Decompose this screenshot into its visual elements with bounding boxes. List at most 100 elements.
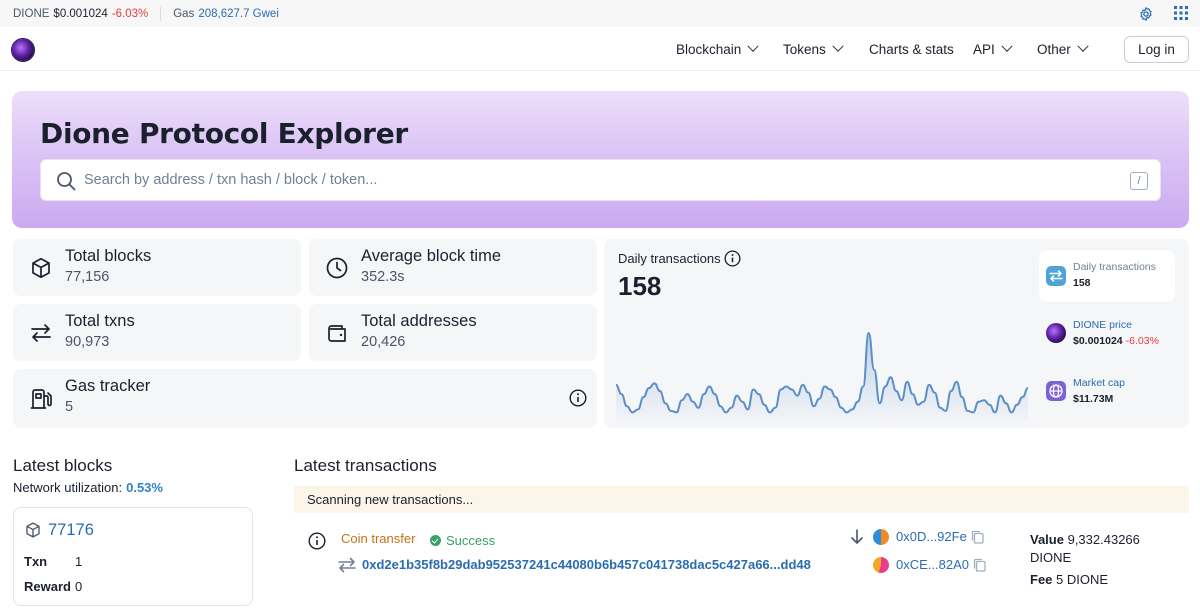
gear-icon[interactable] — [1138, 6, 1154, 22]
nav-blockchain[interactable]: Blockchain — [676, 27, 759, 71]
gas-value[interactable]: 208,627.7 Gwei — [198, 8, 279, 20]
tx-status-badge: Success — [430, 531, 495, 549]
wallet-icon — [328, 325, 346, 342]
to-address-avatar — [873, 557, 889, 573]
daily-transactions-chart[interactable] — [616, 329, 1028, 421]
cube-icon — [26, 522, 40, 538]
daily-transactions-widget: Daily transactions 158 Daily transaction… — [604, 239, 1189, 428]
stat-value: 5 — [65, 399, 74, 415]
fuel-pump-icon — [30, 389, 52, 409]
copy-icon[interactable] — [971, 530, 984, 544]
to-address-link[interactable]: 0xCE...82A0 — [896, 557, 969, 572]
side-item-market-cap[interactable]: Market cap $11.73M — [1039, 367, 1175, 417]
nav-label: Other — [1037, 41, 1071, 57]
stat-value: 352.3s — [361, 269, 405, 285]
stat-average-block-time: Average block time 352.3s — [309, 239, 597, 296]
info-icon[interactable] — [308, 532, 326, 550]
coin-symbol: DIONE — [13, 7, 50, 20]
page-title: Dione Protocol Explorer — [40, 117, 408, 150]
nav-api[interactable]: API — [973, 27, 1013, 71]
chevron-down-icon — [832, 40, 844, 52]
apps-grid-icon[interactable] — [1174, 6, 1188, 20]
transfer-arrows-icon — [31, 324, 51, 342]
nav-label: Tokens — [783, 41, 826, 57]
info-icon[interactable] — [569, 389, 587, 407]
from-address-avatar — [873, 529, 889, 545]
tx-value-unit: DIONE — [1030, 550, 1072, 565]
top-bar: DIONE $0.001024 -6.03% Gas 208,627.7 Gwe… — [0, 0, 1200, 27]
block-txn-label: Txn — [24, 554, 48, 569]
stat-value: 77,156 — [65, 269, 110, 285]
clock-icon — [326, 257, 348, 279]
info-icon[interactable] — [724, 250, 741, 267]
block-txn-value: 1 — [75, 554, 83, 569]
block-reward-label: Reward — [24, 579, 71, 594]
tx-value-amount: 9,332.43266 — [1067, 532, 1140, 547]
side-item-value: 158 — [1073, 277, 1091, 289]
utilization-label: Network utilization: — [13, 480, 123, 495]
check-circle-icon — [430, 534, 441, 546]
block-number-link[interactable]: 77176 — [48, 521, 94, 540]
side-item-label: Market cap — [1073, 377, 1125, 389]
side-item-label: Daily transactions — [1073, 261, 1156, 273]
chevron-down-icon — [747, 40, 759, 52]
side-item-dione-price[interactable]: DIONE price $0.001024 -6.03% — [1039, 309, 1175, 359]
nav-label: Blockchain — [676, 41, 742, 57]
transaction-row: Coin transfer Success 0xd2e1b35f8b29dab9… — [294, 513, 1189, 609]
divider — [160, 6, 162, 21]
stat-total-blocks: Total blocks 77,156 — [13, 239, 301, 296]
dione-logo-icon — [1046, 323, 1066, 343]
latest-transactions-title: Latest transactions — [294, 456, 437, 475]
nav-label: API — [973, 41, 995, 57]
block-card: 77176 Txn 1 Reward 0 — [13, 507, 253, 606]
cube-icon — [32, 257, 50, 279]
dione-price-value: $0.001024 — [1073, 335, 1123, 347]
tx-fee: Fee 5 DIONE — [1030, 572, 1108, 587]
coin-price-change: -6.03% — [111, 7, 149, 20]
side-item-value: $11.73M — [1073, 393, 1114, 405]
search-bar[interactable]: Search by address / txn hash / block / t… — [40, 159, 1161, 201]
tx-status-label: Success — [446, 532, 496, 548]
globe-icon — [1046, 381, 1066, 401]
stat-total-txns: Total txns 90,973 — [13, 304, 301, 361]
dione-logo[interactable] — [12, 39, 34, 61]
main-header: Blockchain Tokens Charts & stats API Oth… — [0, 27, 1200, 71]
block-reward-value: 0 — [75, 579, 83, 594]
coin-price: $0.001024 — [53, 7, 108, 20]
dione-price-change: -6.03% — [1125, 335, 1159, 347]
chevron-down-icon — [1001, 40, 1013, 52]
scanning-banner: Scanning new transactions... — [294, 486, 1189, 513]
stat-label: Total blocks — [65, 247, 152, 265]
nav-label: Charts & stats — [869, 41, 954, 57]
copy-icon[interactable] — [973, 558, 986, 572]
search-icon — [57, 172, 76, 191]
nav-charts-stats[interactable]: Charts & stats — [869, 27, 954, 71]
search-placeholder[interactable]: Search by address / txn hash / block / t… — [84, 172, 377, 188]
stat-label: Average block time — [361, 247, 502, 265]
stat-total-addresses: Total addresses 20,426 — [309, 304, 597, 361]
tx-fee-value: 5 DIONE — [1056, 572, 1109, 587]
login-button[interactable]: Log in — [1124, 36, 1189, 63]
stat-value: 90,973 — [65, 334, 110, 350]
gas-label: Gas — [173, 7, 195, 20]
tx-fee-label: Fee — [1030, 572, 1053, 587]
tx-hash-link[interactable]: 0xd2e1b35f8b29dab952537241c44080b6b457c0… — [362, 557, 811, 572]
nav-tokens[interactable]: Tokens — [783, 27, 844, 71]
hero-banner: Dione Protocol Explorer Search by addres… — [12, 91, 1189, 228]
chart-current-value: 158 — [618, 271, 662, 301]
from-address-link[interactable]: 0x0D...92Fe — [896, 529, 967, 544]
stat-label: Total txns — [65, 312, 135, 330]
stat-label: Gas tracker — [65, 377, 151, 395]
side-item-label: DIONE price — [1073, 319, 1132, 331]
search-shortcut-key: / — [1130, 172, 1148, 190]
stat-label: Total addresses — [361, 312, 477, 330]
side-item-value: $0.001024 -6.03% — [1073, 335, 1159, 347]
chart-title: Daily transactions — [618, 251, 721, 266]
network-utilization: Network utilization: 0.53% — [13, 480, 163, 495]
tx-value: Value 9,332.43266 DIONE — [1030, 531, 1180, 567]
chevron-down-icon — [1077, 40, 1089, 52]
arrow-down-icon — [851, 529, 863, 544]
side-item-daily-transactions[interactable]: Daily transactions 158 — [1039, 250, 1175, 302]
stat-gas-tracker: Gas tracker 5 — [13, 369, 597, 428]
nav-other[interactable]: Other — [1037, 27, 1089, 71]
